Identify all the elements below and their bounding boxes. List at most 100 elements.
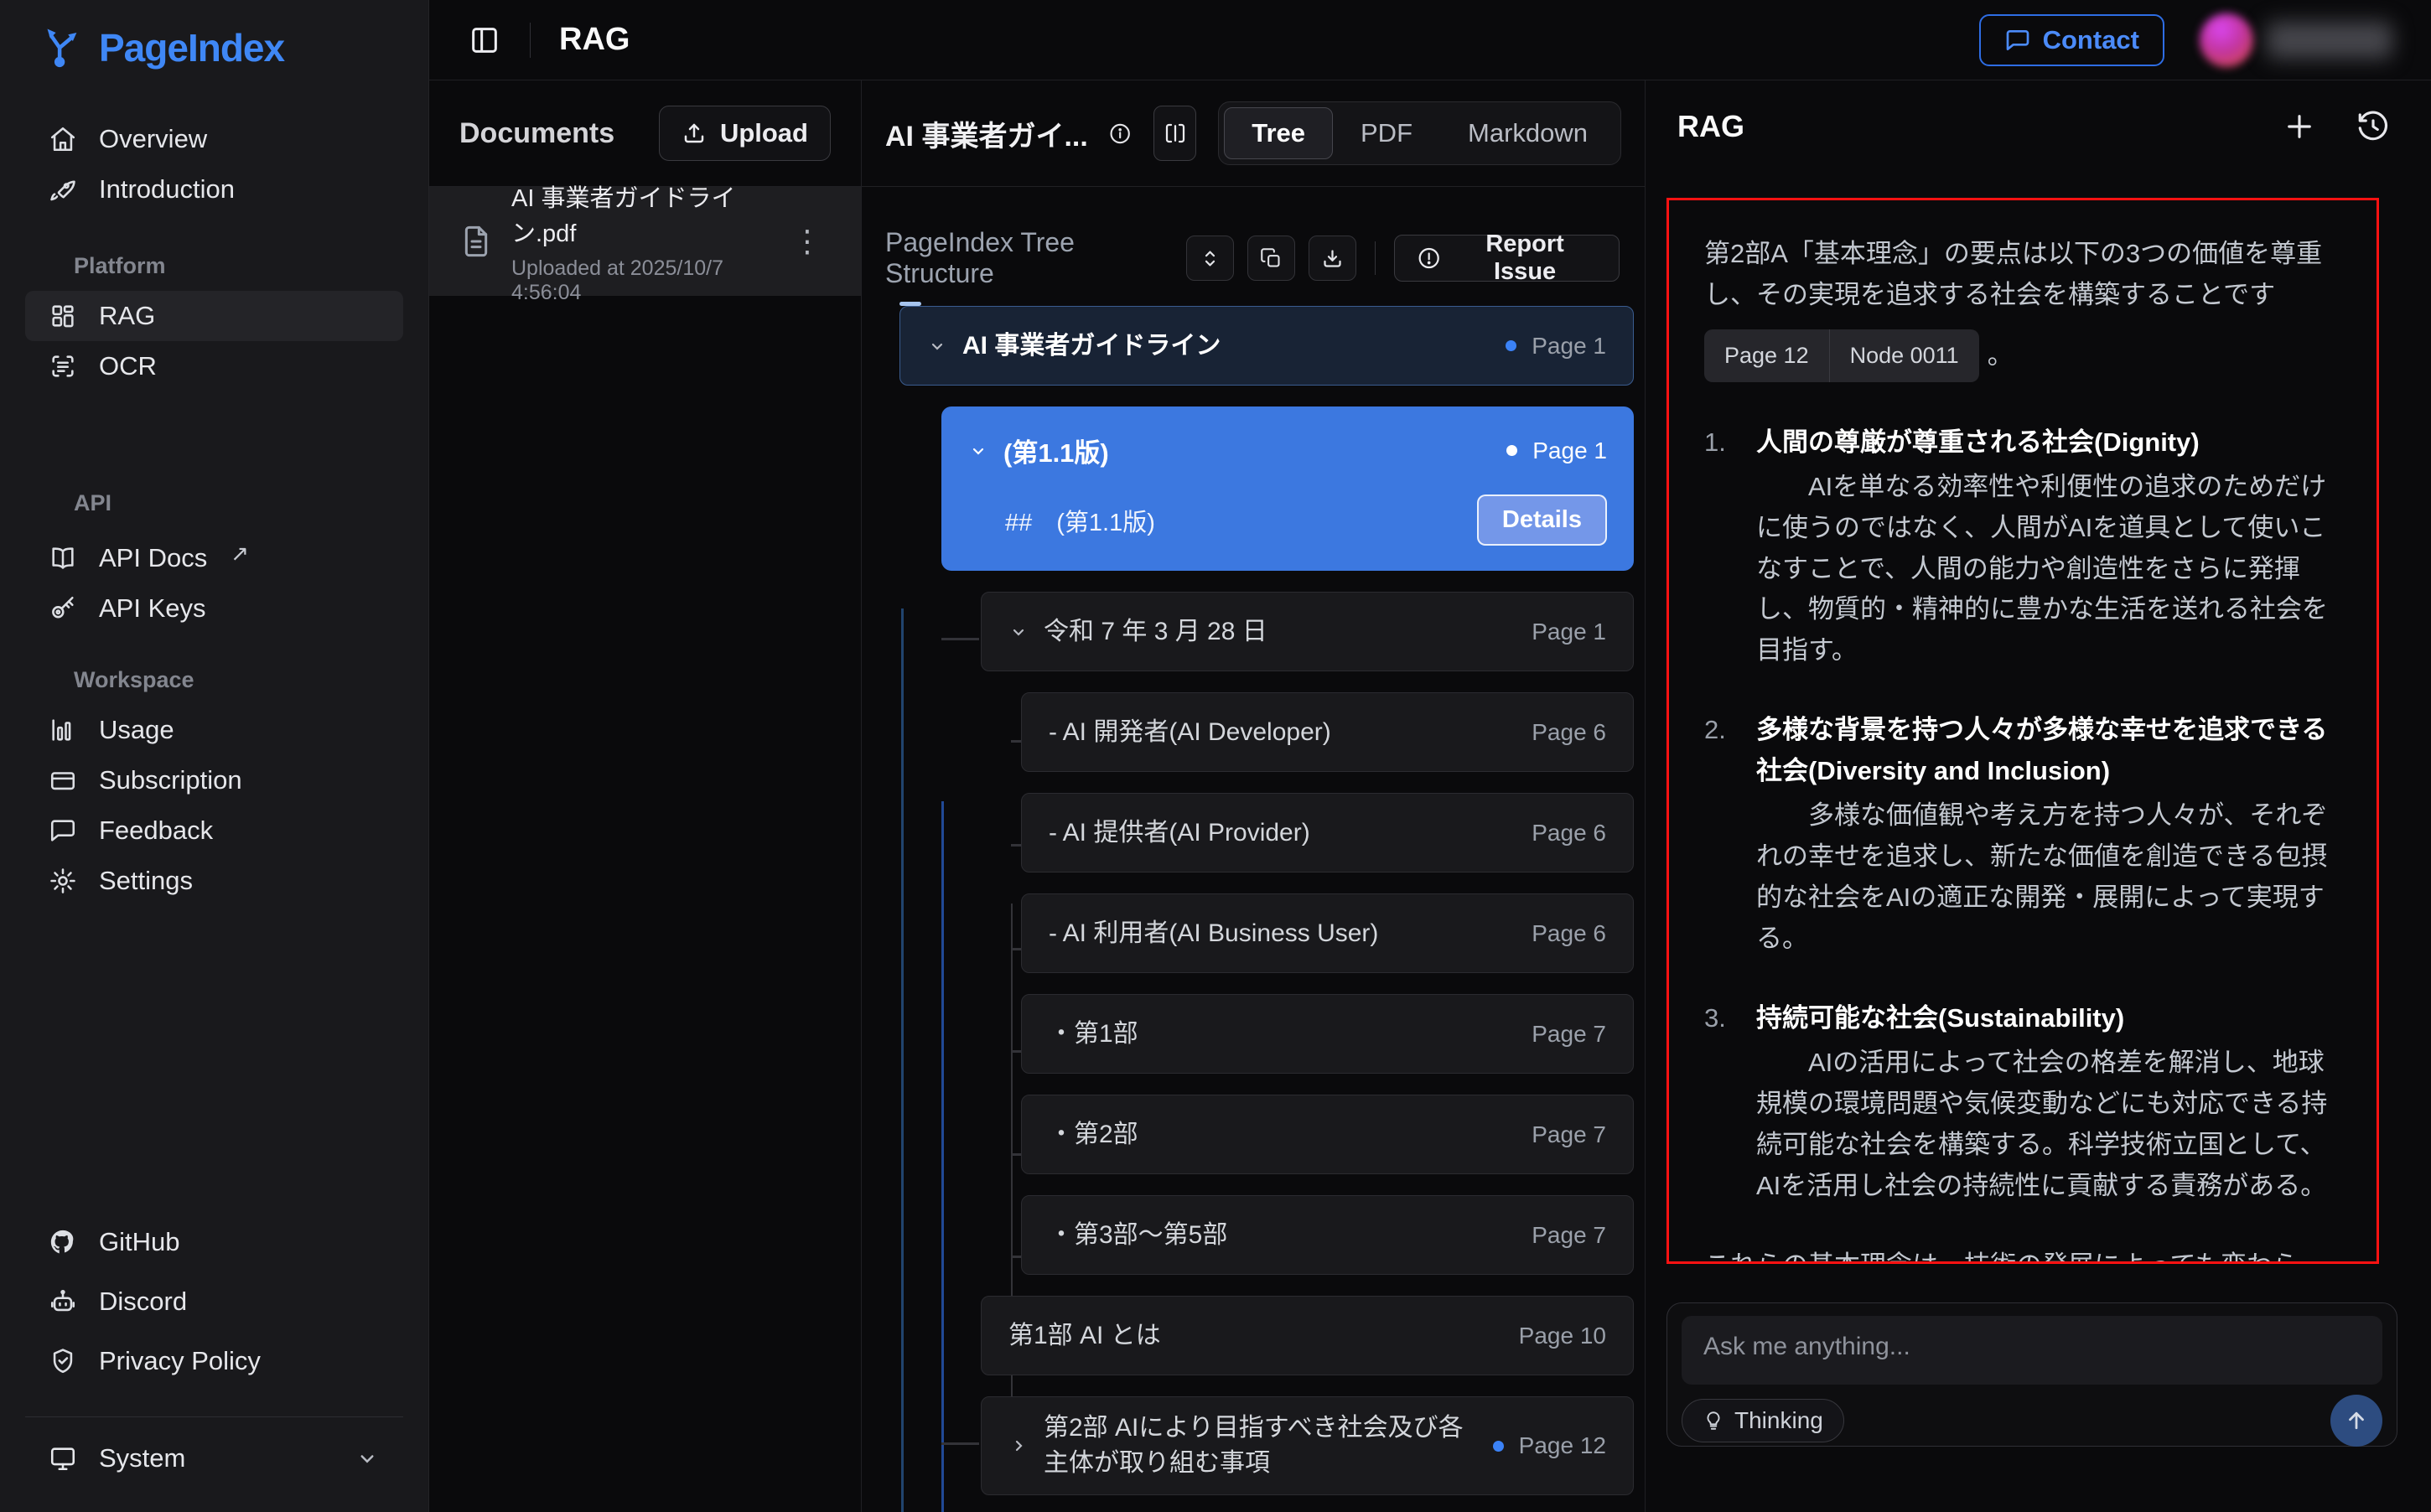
sidebar-item-api-keys[interactable]: API Keys <box>25 583 403 634</box>
sidebar-item-github[interactable]: GitHub <box>25 1217 403 1267</box>
sidebar-item-settings[interactable]: Settings <box>25 856 403 906</box>
tree-node-page: Page 7 <box>1532 1021 1606 1048</box>
thinking-label: Thinking <box>1734 1407 1823 1434</box>
copy-button[interactable] <box>1247 236 1295 281</box>
history-icon[interactable] <box>2356 109 2391 144</box>
username-redacted <box>2267 22 2392 59</box>
viewer-header: AI 事業者ガイ... Tree PDF Markdown <box>862 80 1645 187</box>
citation-badge[interactable]: Page 12 Node 0011 <box>1704 329 1979 382</box>
sidebar-item-subscription[interactable]: Subscription <box>25 755 403 805</box>
citation-node: Node 0011 <box>1830 329 1979 382</box>
external-link-icon: ↗ <box>231 541 249 567</box>
tree-guide-line <box>941 801 944 1512</box>
sidebar-item-discord[interactable]: Discord <box>25 1276 403 1327</box>
list-number: 2. <box>1704 710 1756 960</box>
sidebar-toggle-icon[interactable] <box>468 23 501 57</box>
new-chat-icon[interactable] <box>2282 109 2317 144</box>
github-icon <box>49 1228 77 1256</box>
tree-node[interactable]: ・第1部 Page 7 <box>1021 994 1634 1074</box>
document-uploaded-at: Uploaded at 2025/10/7 4:56:04 <box>511 256 765 305</box>
tree-node-label: (第1.1版) <box>1003 432 1491 469</box>
scan-text-icon <box>49 352 77 381</box>
tab-markdown[interactable]: Markdown <box>1440 107 1615 159</box>
download-button[interactable] <box>1309 236 1356 281</box>
tab-tree[interactable]: Tree <box>1224 107 1333 159</box>
sidebar-item-label: Privacy Policy <box>99 1346 261 1376</box>
page-dot <box>1493 1441 1504 1452</box>
list-item-title: 人間の尊厳が尊重される社会(Dignity) <box>1756 422 2341 463</box>
tree-node-label: ・第3部〜第5部 <box>1049 1204 1516 1266</box>
tree-node-label: - AI 利用者(AI Business User) <box>1049 903 1516 965</box>
tree-node[interactable]: - AI 提供者(AI Provider) Page 6 <box>1021 793 1634 873</box>
expand-collapse-button[interactable] <box>1186 236 1234 281</box>
viewer-doc-title: AI 事業者ガイ... <box>885 113 1088 154</box>
info-icon[interactable] <box>1108 118 1132 149</box>
section-label-api: API <box>25 490 403 516</box>
tree-node[interactable]: 第2部 AIにより目指すべき社会及び各主体が取り組む事項 Page 12 <box>981 1396 1634 1495</box>
tree-node[interactable]: 令和 7 年 3 月 28 日 Page 1 <box>981 592 1634 671</box>
file-text-icon <box>459 223 493 260</box>
upload-button[interactable]: Upload <box>659 106 831 161</box>
list-item: 1. 人間の尊厳が尊重される社会(Dignity) AIを単なる効率性や利便性の… <box>1704 422 2341 672</box>
bot-icon <box>49 1287 77 1316</box>
tree-node-label: 令和 7 年 3 月 28 日 <box>1044 601 1516 663</box>
sidebar-item-usage[interactable]: Usage <box>25 705 403 755</box>
sidebar-item-api-docs[interactable]: API Docs ↗ <box>25 533 403 583</box>
node-markdown-preview: ## (第1.1版) <box>1005 503 1155 538</box>
selected-node-header: (第1.1版) Page 1 <box>968 432 1607 469</box>
expand-icon <box>1199 247 1221 270</box>
sidebar-item-label: Usage <box>99 715 174 745</box>
tree-node[interactable]: ・第2部 Page 7 <box>1021 1095 1634 1174</box>
sidebar-item-label: Overview <box>99 124 207 154</box>
upload-label: Upload <box>720 118 808 148</box>
citation-row: Page 12 Node 0011 。 <box>1704 329 2341 382</box>
sidebar-item-introduction[interactable]: Introduction <box>25 164 403 215</box>
document-menu-icon[interactable]: ⋮ <box>784 221 831 261</box>
send-button[interactable] <box>2330 1395 2382 1447</box>
sidebar-item-feedback[interactable]: Feedback <box>25 805 403 856</box>
section-label-workspace: Workspace <box>25 667 403 693</box>
key-icon <box>49 594 77 623</box>
report-issue-button[interactable]: Report Issue <box>1394 235 1620 282</box>
view-tabs: Tree PDF Markdown <box>1218 101 1621 165</box>
chevron-down-icon <box>355 1446 380 1471</box>
thinking-toggle-button[interactable]: Thinking <box>1682 1399 1844 1442</box>
tree-node[interactable]: 第1部 AI とは Page 10 <box>981 1296 1634 1375</box>
answer-period: 。 <box>1988 335 2014 376</box>
theme-selector[interactable]: System <box>25 1430 403 1487</box>
sidebar-item-rag[interactable]: RAG <box>25 291 403 341</box>
rag-header: RAG <box>1646 80 2431 144</box>
list-item-body: 多様な背景を持つ人々が多様な幸せを追求できる社会(Diversity and I… <box>1756 710 2341 960</box>
sidebar-divider <box>25 1416 403 1417</box>
sidebar-item-overview[interactable]: Overview <box>25 114 403 164</box>
tree-node-selected[interactable]: (第1.1版) Page 1 ## (第1.1版) Details <box>941 406 1634 571</box>
logo-text: PageIndex <box>99 25 284 70</box>
documents-panel: Documents Upload AI 事業者ガイドライン.pdf Upload… <box>429 80 862 1512</box>
sidebar-item-ocr[interactable]: OCR <box>25 341 403 391</box>
chat-input[interactable]: Ask me anything... <box>1682 1316 2382 1385</box>
tree-node[interactable]: - AI 利用者(AI Business User) Page 6 <box>1021 893 1634 973</box>
split-view-button[interactable] <box>1153 106 1196 161</box>
chevron-down-icon <box>968 441 988 461</box>
contact-button[interactable]: Contact <box>1979 14 2164 66</box>
avatar[interactable] <box>2200 13 2253 67</box>
selected-node-detail-row: ## (第1.1版) Details <box>968 495 1607 546</box>
answer-list: 1. 人間の尊厳が尊重される社会(Dignity) AIを単なる効率性や利便性の… <box>1704 422 2341 1207</box>
tree-node-label: ・第2部 <box>1049 1104 1516 1166</box>
tree-node-page: Page 10 <box>1519 1323 1606 1349</box>
tree-guide-line <box>901 608 904 1512</box>
tree-node-root[interactable]: AI 事業者ガイドライン Page 1 <box>899 306 1634 386</box>
pageindex-logo-icon <box>44 25 89 70</box>
tab-pdf[interactable]: PDF <box>1333 107 1440 159</box>
details-button[interactable]: Details <box>1477 495 1607 546</box>
tree-node[interactable]: ・第3部〜第5部 Page 7 <box>1021 1195 1634 1275</box>
answer-highlight-region: 第2部A「基本理念」の要点は以下の3つの価値を尊重し、その実現を追求する社会を構… <box>1666 198 2379 1264</box>
document-list-item[interactable]: AI 事業者ガイドライン.pdf Uploaded at 2025/10/7 4… <box>429 187 861 296</box>
sidebar-item-privacy-policy[interactable]: Privacy Policy <box>25 1336 403 1386</box>
sidebar-item-label: Settings <box>99 866 193 896</box>
theme-label: System <box>99 1443 185 1473</box>
list-item: 3. 持続可能な社会(Sustainability) AIの活用によって社会の格… <box>1704 998 2341 1207</box>
tree-node[interactable]: - AI 開発者(AI Developer) Page 6 <box>1021 692 1634 772</box>
sidebar-item-label: Feedback <box>99 816 213 846</box>
sidebar: PageIndex Overview Introduction Platform… <box>0 0 429 1512</box>
